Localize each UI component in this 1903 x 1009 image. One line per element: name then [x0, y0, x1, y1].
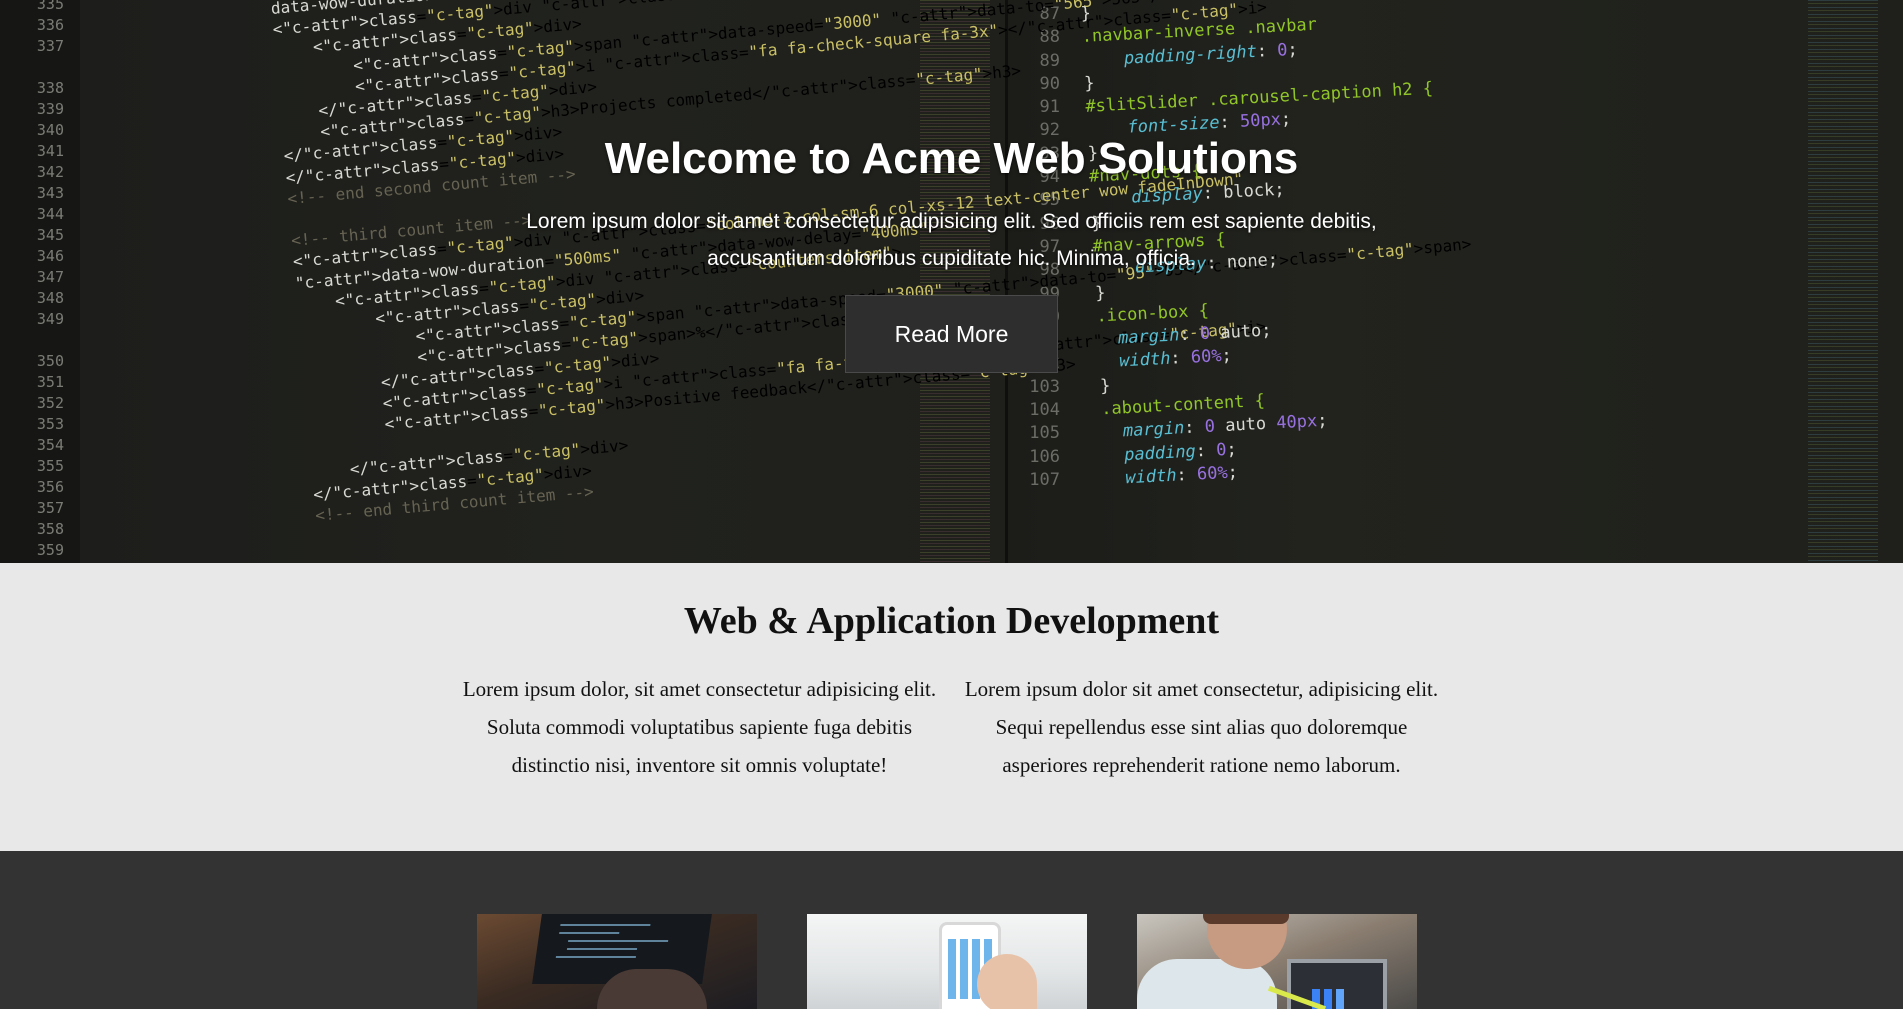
- smartphone-photo[interactable]: [807, 914, 1087, 1009]
- hero-description: Lorem ipsum dolor sit amet consectetur a…: [526, 210, 1377, 270]
- services-text-left: Lorem ipsum dolor, sit amet consectetur …: [462, 677, 937, 777]
- read-more-button[interactable]: Read More: [845, 295, 1058, 373]
- hero-section: 335 336 337 338 339 340 341 342 343 344 345 346 347 3…: [0, 0, 1903, 563]
- analytics-laptop-photo[interactable]: [1137, 914, 1417, 1009]
- person-hair: [1203, 914, 1289, 924]
- services-text-right: Lorem ipsum dolor sit amet consectetur, …: [964, 677, 1439, 777]
- laptop-code-photo[interactable]: [477, 914, 757, 1009]
- hand-shape: [977, 954, 1037, 1009]
- hero-title: Welcome to Acme Web Solutions: [604, 134, 1299, 183]
- services-section: Web & Application Development Lorem ipsu…: [0, 563, 1903, 851]
- hero-content: Welcome to Acme Web Solutions Lorem ipsu…: [0, 0, 1903, 563]
- gallery-section: [0, 851, 1903, 1009]
- services-title: Web & Application Development: [683, 600, 1220, 642]
